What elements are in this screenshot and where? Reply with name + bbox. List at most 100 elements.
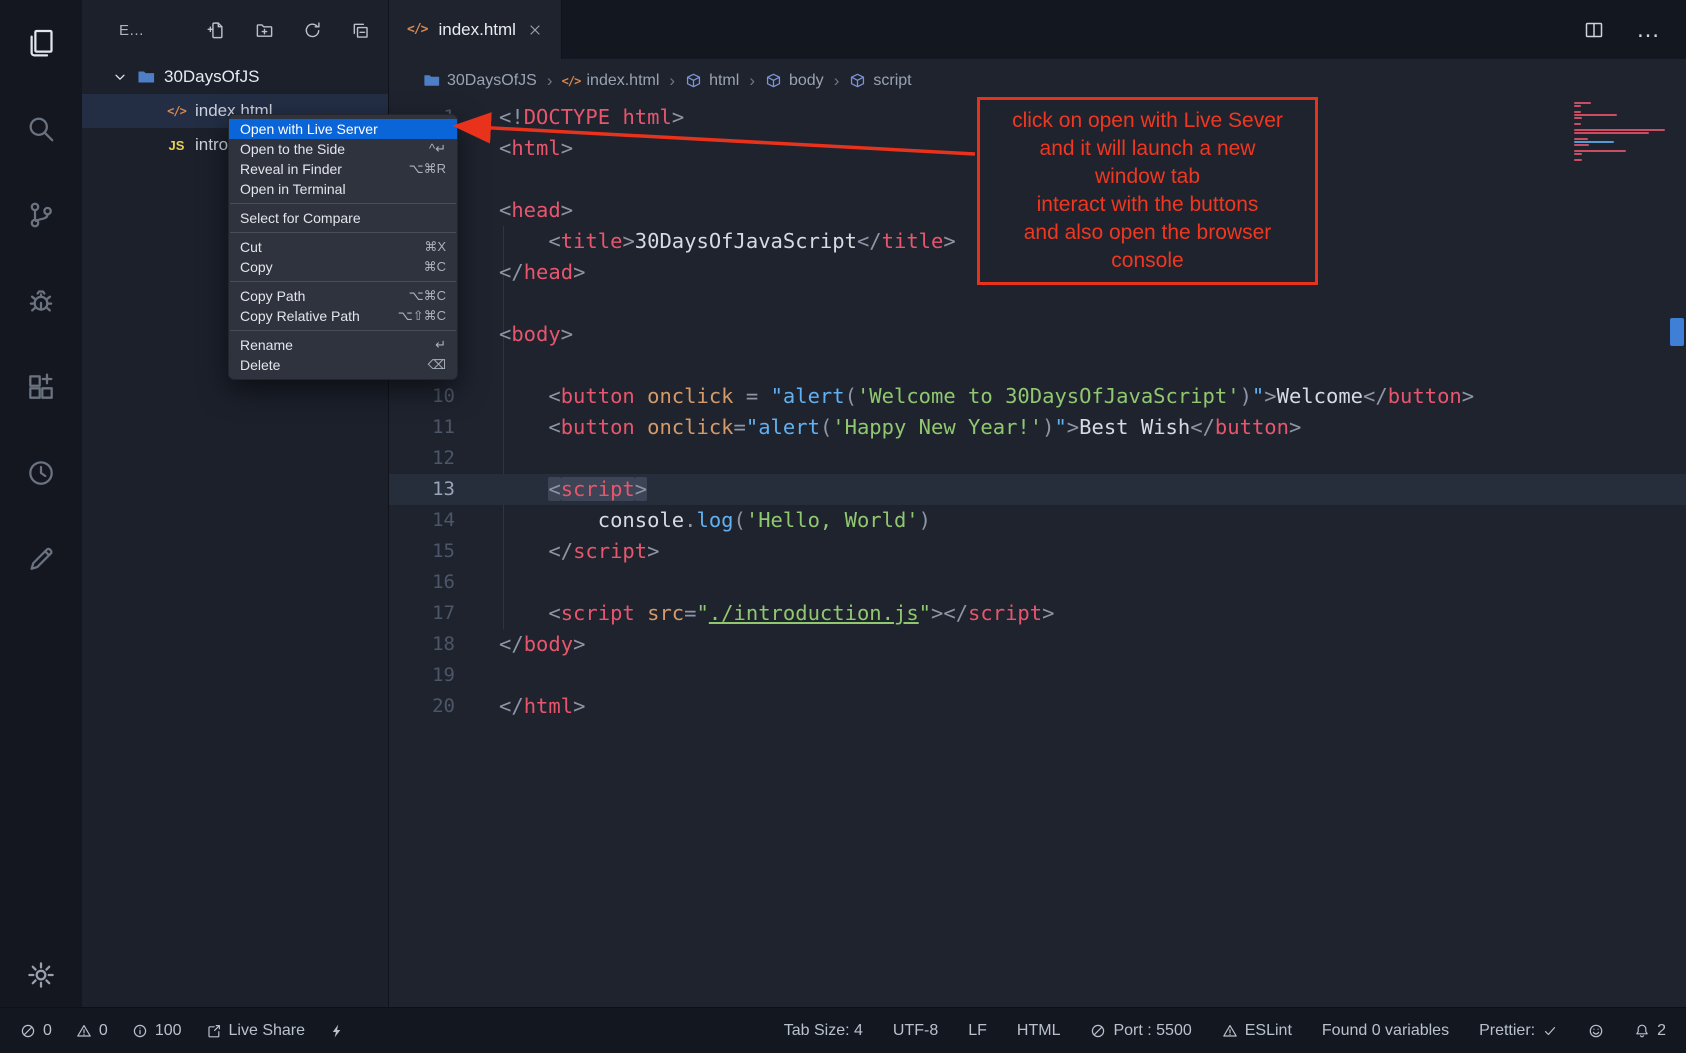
line-content: <script src="./introduction.js"></script… — [455, 598, 1054, 629]
status-errors[interactable]: 0 — [20, 1022, 52, 1040]
minimap-line — [1574, 138, 1588, 140]
menu-item-cut[interactable]: Cut⌘X — [229, 237, 457, 257]
minimap-line — [1574, 150, 1626, 152]
line-content — [455, 443, 499, 474]
status-feedback-smiley[interactable] — [1588, 1023, 1604, 1039]
new-folder-button[interactable] — [255, 21, 274, 40]
code-line-14[interactable]: 14 console.log('Hello, World') — [389, 505, 1686, 536]
status-info[interactable]: 100 — [132, 1022, 182, 1040]
check-icon — [1542, 1023, 1558, 1039]
refresh-button[interactable] — [303, 21, 322, 40]
settings-button[interactable] — [0, 960, 82, 990]
explorer-toolbar — [207, 21, 370, 40]
menu-separator — [230, 281, 456, 282]
folder-row-30daysofjs[interactable]: 30DaysOfJS — [82, 60, 388, 94]
breadcrumb-html[interactable]: html — [685, 72, 739, 90]
code-line-20[interactable]: 20</html> — [389, 691, 1686, 722]
line-number: 20 — [389, 691, 455, 722]
symbol-icon — [685, 72, 702, 89]
minimap-line — [1574, 159, 1582, 161]
menu-item-open-with-live-server[interactable]: Open with Live Server — [229, 119, 457, 139]
status-prettier[interactable]: Prettier: — [1479, 1022, 1558, 1040]
status-lightning[interactable] — [329, 1023, 345, 1039]
activity-extensions[interactable] — [0, 344, 82, 430]
split-editor-icon[interactable] — [1584, 20, 1604, 40]
minimap-line — [1574, 126, 1670, 128]
breadcrumb-separator: › — [669, 71, 675, 91]
breadcrumb-body[interactable]: body — [765, 72, 824, 90]
code-icon: </> — [562, 72, 579, 89]
menu-item-open-to-the-side[interactable]: Open to the Side^↵ — [229, 139, 457, 159]
code-line-19[interactable]: 19 — [389, 660, 1686, 691]
line-content — [455, 350, 499, 381]
code-line-16[interactable]: 16 — [389, 567, 1686, 598]
minimap-line — [1574, 132, 1649, 134]
minimap[interactable] — [1574, 102, 1670, 162]
menu-item-copy[interactable]: Copy⌘C — [229, 257, 457, 277]
symbol-icon — [765, 72, 782, 89]
menu-item-reveal-in-finder[interactable]: Reveal in Finder⌥⌘R — [229, 159, 457, 179]
explorer-title: E… — [119, 22, 144, 39]
code-line-17[interactable]: 17 <script src="./introduction.js"></scr… — [389, 598, 1686, 629]
annotation-line: and it will launch a new — [984, 135, 1311, 163]
menu-item-delete[interactable]: Delete⌫ — [229, 355, 457, 375]
breadcrumb-30daysofjs[interactable]: 30DaysOfJS — [423, 72, 537, 90]
new-folder-icon — [255, 21, 274, 40]
menu-item-rename[interactable]: Rename↵ — [229, 335, 457, 355]
status-encoding[interactable]: UTF-8 — [893, 1022, 938, 1040]
eslint-warning-icon — [1222, 1023, 1238, 1039]
code-line-8[interactable]: 8<body> — [389, 319, 1686, 350]
breadcrumb-index-html[interactable]: </>index.html — [562, 72, 659, 90]
more-actions-icon[interactable]: … — [1636, 18, 1660, 42]
code-line-10[interactable]: 10 <button onclick = "alert('Welcome to … — [389, 381, 1686, 412]
menu-item-copy-relative-path[interactable]: Copy Relative Path⌥⇧⌘C — [229, 306, 457, 326]
status-language-mode[interactable]: HTML — [1017, 1022, 1061, 1040]
status-port[interactable]: Port : 5500 — [1090, 1022, 1191, 1040]
code-line-9[interactable]: 9 — [389, 350, 1686, 381]
collapse-all-icon — [351, 21, 370, 40]
minimap-line — [1574, 135, 1670, 137]
code-line-15[interactable]: 15 </script> — [389, 536, 1686, 567]
activity-run-and-debug[interactable] — [0, 258, 82, 344]
close-icon[interactable] — [527, 22, 543, 38]
line-content — [455, 660, 499, 691]
line-content — [455, 567, 499, 598]
activity-search[interactable] — [0, 86, 82, 172]
lightning-icon — [329, 1023, 345, 1039]
activity-history[interactable] — [0, 430, 82, 516]
new-file-button[interactable] — [207, 21, 226, 40]
line-number: 11 — [389, 412, 455, 443]
status-warnings[interactable]: 0 — [76, 1022, 108, 1040]
code-line-13[interactable]: 13 <script> — [389, 474, 1686, 505]
warning-icon — [76, 1023, 92, 1039]
menu-item-open-in-terminal[interactable]: Open in Terminal — [229, 179, 457, 199]
menu-item-select-for-compare[interactable]: Select for Compare — [229, 208, 457, 228]
tab-index-html[interactable]: </> index.html — [389, 0, 562, 59]
code-line-11[interactable]: 11 <button onclick="alert('Happy New Yea… — [389, 412, 1686, 443]
line-number: 10 — [389, 381, 455, 412]
activity-explorer[interactable] — [0, 0, 82, 86]
status-eol[interactable]: LF — [968, 1022, 987, 1040]
annotation-line: console — [984, 247, 1311, 275]
activity-source-control[interactable] — [0, 172, 82, 258]
breadcrumb-script[interactable]: script — [849, 72, 911, 90]
editor-actions: … — [1584, 0, 1660, 59]
status-notifications[interactable]: 2 — [1634, 1022, 1666, 1040]
activity-bar-items — [0, 0, 82, 602]
line-content: <head> — [455, 195, 573, 226]
status-variables[interactable]: Found 0 variables — [1322, 1022, 1449, 1040]
minimap-line — [1574, 114, 1617, 116]
activity-feedback[interactable] — [0, 516, 82, 602]
code-line-7[interactable]: 7 — [389, 288, 1686, 319]
port-icon — [1090, 1023, 1106, 1039]
status-live-share[interactable]: Live Share — [206, 1022, 306, 1040]
minimap-line — [1574, 102, 1591, 104]
minimap-line — [1574, 141, 1614, 143]
code-line-12[interactable]: 12 — [389, 443, 1686, 474]
status-tab-size[interactable]: Tab Size: 4 — [784, 1022, 863, 1040]
code-line-18[interactable]: 18</body> — [389, 629, 1686, 660]
menu-item-copy-path[interactable]: Copy Path⌥⌘C — [229, 286, 457, 306]
collapse-all-button[interactable] — [351, 21, 370, 40]
status-eslint[interactable]: ESLint — [1222, 1022, 1292, 1040]
line-content: </script> — [455, 536, 659, 567]
